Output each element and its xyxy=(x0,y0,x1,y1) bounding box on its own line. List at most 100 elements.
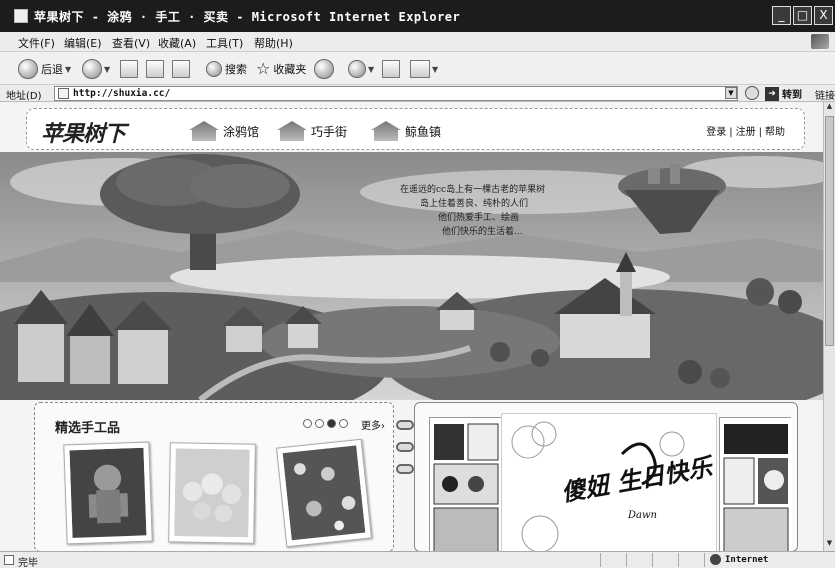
featured-title: 精选手工品 xyxy=(55,421,121,436)
address-label: 地址(D) xyxy=(6,91,42,102)
ie-page-icon xyxy=(14,9,28,23)
more-link[interactable]: 更多› xyxy=(361,417,385,432)
security-zone: Internet xyxy=(710,554,768,565)
address-url[interactable]: http://shuxia.cc/ xyxy=(73,88,170,99)
nav-label: 涂鸦馆 xyxy=(223,124,260,139)
page-viewport: 苹果树下 涂鸦馆 巧手街 鲸鱼镇 登录 | 注册 | 帮助 在遥远的cc岛上有一… xyxy=(0,102,823,551)
pager-dot-active[interactable] xyxy=(327,419,336,428)
maximize-button[interactable]: □ xyxy=(793,6,812,25)
status-divider xyxy=(704,553,705,567)
security-icon xyxy=(745,86,759,100)
forward-button[interactable]: ▼ xyxy=(82,58,110,80)
page-icon xyxy=(58,88,69,99)
status-divider xyxy=(652,553,653,567)
edit-button[interactable]: ▼ xyxy=(410,58,438,80)
doodle-panel: 傻妞 生日快乐 Dawn xyxy=(414,402,798,551)
tagline-line-1: 在遥远的cc岛上有一棵古老的苹果树 xyxy=(400,185,546,195)
zone-label: Internet xyxy=(725,554,769,565)
home-button[interactable] xyxy=(172,58,190,80)
vertical-scrollbar[interactable]: ▲ ▼ xyxy=(823,102,835,551)
favorites-label: 收藏夹 xyxy=(273,63,307,76)
go-arrow-icon: ➜ xyxy=(765,86,779,101)
back-arrow-icon xyxy=(18,59,38,79)
close-button[interactable]: X xyxy=(814,6,833,25)
nav-item-whale-town[interactable]: 鲸鱼镇 xyxy=(371,121,441,141)
nav-label: 鲸鱼镇 xyxy=(405,124,442,139)
favorites-button[interactable]: ☆ 收藏夹 xyxy=(256,58,306,80)
featured-crafts-panel: 精选手工品 更多› xyxy=(34,402,394,551)
chevron-down-icon: ▼ xyxy=(65,64,72,74)
page-done-icon xyxy=(4,555,14,565)
hero-banner: 在遥远的cc岛上有一棵古老的苹果树 岛上住着善良、纯朴的人们 他们热爱手工、绘画… xyxy=(0,152,823,432)
search-icon xyxy=(206,61,222,77)
mail-icon xyxy=(348,60,366,78)
house-icon xyxy=(189,121,219,141)
address-bar: 地址(D) http://shuxia.cc/ ▼ ➜ 转到 链接 xyxy=(0,85,835,102)
binder-rings xyxy=(394,418,416,498)
links-button[interactable]: 链接 xyxy=(815,87,835,102)
ring-decoration xyxy=(396,442,414,452)
menu-tools[interactable]: 工具(T) xyxy=(206,35,243,51)
house-icon xyxy=(277,121,307,141)
comic-girl-image xyxy=(720,418,792,551)
tagline-line-2: 岛上住着善良、纯朴的人们 xyxy=(420,199,529,209)
help-link[interactable]: 帮助 xyxy=(765,127,785,138)
scroll-down-icon[interactable]: ▼ xyxy=(824,539,835,551)
birthday-card[interactable]: 傻妞 生日快乐 Dawn xyxy=(501,413,717,551)
refresh-icon xyxy=(146,60,164,78)
login-link[interactable]: 登录 xyxy=(706,127,726,138)
menu-edit[interactable]: 编辑(E) xyxy=(64,35,102,51)
tagline-line-3: 他们热爱手工、绘画 xyxy=(438,213,520,223)
minimize-button[interactable]: _ xyxy=(772,6,791,25)
status-bar: 完毕 Internet xyxy=(0,551,835,568)
edit-page-icon xyxy=(410,60,430,78)
history-icon xyxy=(314,59,334,79)
address-dropdown-icon[interactable]: ▼ xyxy=(725,87,737,99)
menu-help[interactable]: 帮助(H) xyxy=(254,35,293,51)
back-label: 后退 xyxy=(41,63,63,76)
scroll-up-icon[interactable]: ▲ xyxy=(824,102,835,114)
refresh-button[interactable] xyxy=(146,58,164,80)
pager-dot[interactable] xyxy=(303,419,312,428)
nav-item-craft[interactable]: 巧手街 xyxy=(277,121,347,141)
print-button[interactable] xyxy=(382,58,400,80)
status-divider xyxy=(600,553,601,567)
mail-button[interactable]: ▼ xyxy=(348,58,374,80)
address-input[interactable]: http://shuxia.cc/ xyxy=(54,86,738,101)
stop-button[interactable] xyxy=(120,58,138,80)
stop-icon xyxy=(120,60,138,78)
site-logo[interactable]: 苹果树下 xyxy=(41,116,126,148)
comic-strip-right[interactable] xyxy=(719,417,792,551)
window-title-bar: 苹果树下 - 涂鸦 · 手工 · 买卖 - Microsoft Internet… xyxy=(0,0,835,32)
register-link[interactable]: 注册 xyxy=(736,127,756,138)
window-title: 苹果树下 - 涂鸦 · 手工 · 买卖 - Microsoft Internet… xyxy=(34,10,461,24)
ring-decoration xyxy=(396,420,414,430)
status-text: 完毕 xyxy=(18,558,38,568)
windows-flag-icon xyxy=(811,34,829,49)
nav-item-doodle[interactable]: 涂鸦馆 xyxy=(189,121,259,141)
birthday-signature: Dawn xyxy=(628,510,657,521)
history-button[interactable] xyxy=(314,58,334,80)
printer-icon xyxy=(382,60,400,78)
knit-doll-image xyxy=(69,447,147,538)
globe-icon xyxy=(710,554,721,565)
menu-favorites[interactable]: 收藏(A) xyxy=(158,35,196,51)
comic-strip-left[interactable] xyxy=(429,417,502,551)
back-button[interactable]: 后退 ▼ xyxy=(18,58,71,80)
status-divider xyxy=(626,553,627,567)
scroll-thumb[interactable] xyxy=(825,116,834,346)
pager-dot[interactable] xyxy=(315,419,324,428)
clay-figures-image xyxy=(174,448,250,538)
menu-file[interactable]: 文件(F) xyxy=(18,35,55,51)
craft-thumbnail-handkerchief[interactable] xyxy=(276,438,372,548)
go-button[interactable]: ➜ 转到 xyxy=(765,86,802,101)
pager-dot[interactable] xyxy=(339,419,348,428)
search-button[interactable]: 搜索 xyxy=(206,58,247,80)
craft-thumbnail-doll[interactable] xyxy=(63,441,153,545)
menu-view[interactable]: 查看(V) xyxy=(112,35,150,51)
home-icon xyxy=(172,60,190,78)
craft-thumbnail-figures[interactable] xyxy=(168,442,256,544)
chevron-down-icon: ▼ xyxy=(104,64,111,74)
account-links: 登录 | 注册 | 帮助 xyxy=(706,127,785,138)
whale-icon xyxy=(371,121,401,141)
